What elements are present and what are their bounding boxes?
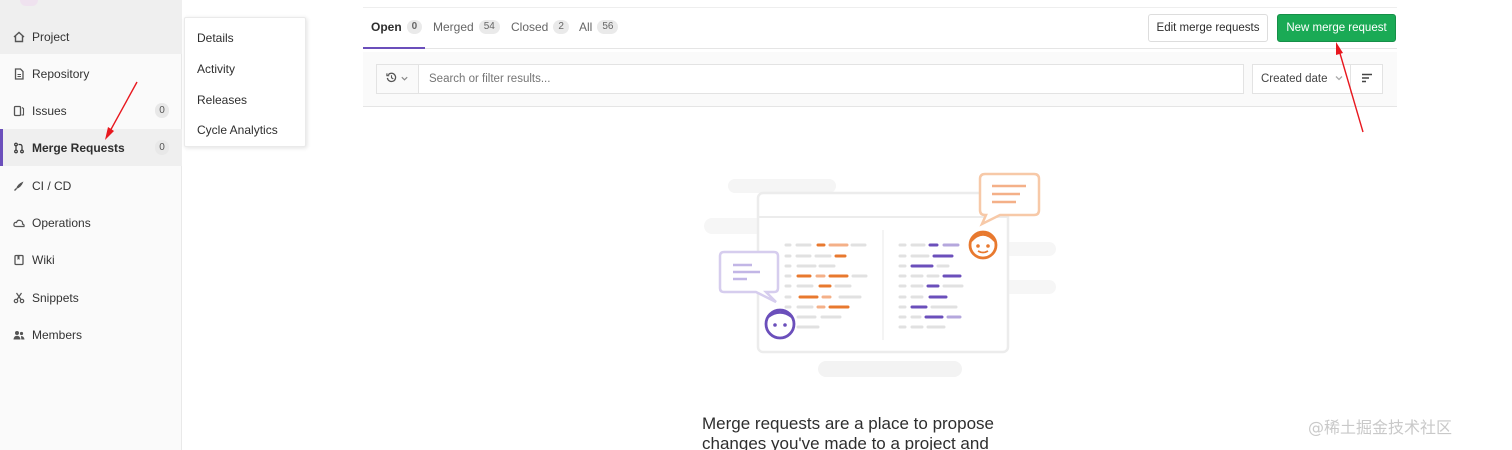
sidebar-item-label: Snippets xyxy=(32,290,79,305)
sidebar-item-label: Project xyxy=(32,29,70,44)
tab-count: 56 xyxy=(597,20,619,34)
sidebar-item-label: Wiki xyxy=(32,252,55,267)
doc-icon xyxy=(13,67,25,80)
rocket-icon xyxy=(13,180,25,192)
chevron-down-icon xyxy=(400,72,409,86)
flyout-item-releases[interactable]: Releases xyxy=(197,93,247,107)
filter-bar: Created date xyxy=(363,52,1397,107)
tab-all[interactable]: All 56 xyxy=(579,20,619,34)
users-icon xyxy=(13,329,25,341)
sidebar-item-issues[interactable]: Issues 0 xyxy=(0,92,182,129)
tab-count: 0 xyxy=(406,20,423,34)
empty-state-description: Merge requests are a place to propose ch… xyxy=(702,414,995,450)
watermark: @稀土掘金技术社区 xyxy=(1308,418,1453,437)
sidebar-item-label: Repository xyxy=(32,66,90,81)
sidebar-item-members[interactable]: Members xyxy=(0,316,182,353)
tab-open[interactable]: Open 0 xyxy=(371,20,423,34)
tab-label: Merged xyxy=(433,20,474,34)
recent-searches-dropdown[interactable] xyxy=(376,64,418,94)
tab-label: All xyxy=(579,20,593,34)
flyout-item-cycle-analytics[interactable]: Cycle Analytics xyxy=(197,123,278,137)
sidebar: Project Repository Issues 0 Merge Reques… xyxy=(0,0,182,450)
sidebar-item-label: Issues xyxy=(32,103,67,118)
edit-merge-requests-button[interactable]: Edit merge requests xyxy=(1148,14,1268,42)
tab-count: 2 xyxy=(553,20,569,34)
sort-label: Created date xyxy=(1261,73,1328,85)
history-icon xyxy=(386,72,397,86)
merge-requests-count-badge: 0 xyxy=(155,140,169,155)
tab-closed[interactable]: Closed 2 xyxy=(511,20,569,34)
sidebar-item-project[interactable]: Project xyxy=(0,18,182,55)
sidebar-item-operations[interactable]: Operations xyxy=(0,204,182,241)
cloud-gear-icon xyxy=(13,217,25,229)
project-avatar xyxy=(20,0,38,6)
home-icon xyxy=(13,31,25,43)
git-merge-icon xyxy=(13,142,25,154)
project-flyout-menu: Details Activity Releases Cycle Analytic… xyxy=(184,17,306,147)
sidebar-item-label: CI / CD xyxy=(32,178,72,193)
sort-lines-icon xyxy=(1361,72,1373,86)
sidebar-item-repository[interactable]: Repository xyxy=(0,55,182,92)
issues-count-badge: 0 xyxy=(155,103,169,118)
sort-direction-button[interactable] xyxy=(1350,64,1383,94)
sidebar-item-merge-requests[interactable]: Merge Requests 0 xyxy=(0,129,182,166)
chevron-down-icon xyxy=(1334,73,1344,86)
sidebar-item-snippets[interactable]: Snippets xyxy=(0,279,182,316)
tab-merged[interactable]: Merged 54 xyxy=(433,20,500,34)
search-input[interactable] xyxy=(418,64,1244,94)
new-merge-request-button[interactable]: New merge request xyxy=(1277,14,1396,42)
flyout-item-details[interactable]: Details xyxy=(197,31,234,45)
sidebar-item-ci-cd[interactable]: CI / CD xyxy=(0,167,182,204)
tab-count: 54 xyxy=(478,20,500,34)
merge-requests-empty-illustration xyxy=(704,172,1056,377)
sidebar-item-label: Operations xyxy=(32,215,91,230)
flyout-item-activity[interactable]: Activity xyxy=(197,62,235,76)
book-icon xyxy=(13,254,25,266)
scissors-icon xyxy=(13,292,25,304)
sidebar-item-label: Members xyxy=(32,327,83,342)
tab-label: Closed xyxy=(511,20,549,34)
active-tab-indicator xyxy=(363,47,425,49)
issues-icon xyxy=(13,105,25,117)
tab-label: Open xyxy=(371,20,402,34)
sidebar-item-label: Merge Requests xyxy=(32,140,125,155)
sidebar-item-wiki[interactable]: Wiki xyxy=(0,241,182,278)
sort-dropdown[interactable]: Created date xyxy=(1252,64,1350,94)
